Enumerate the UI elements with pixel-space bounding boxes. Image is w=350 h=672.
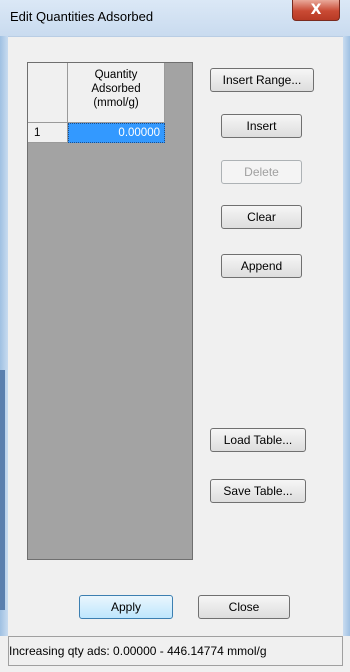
title-bar[interactable]: Edit Quantities Adsorbed X bbox=[0, 0, 350, 37]
window-close-button[interactable]: X bbox=[292, 0, 340, 21]
column-header-line: Adsorbed bbox=[91, 83, 141, 95]
grid-corner-cell[interactable] bbox=[28, 63, 68, 123]
quantity-cell[interactable]: 0.00000 bbox=[68, 123, 165, 143]
column-header-line: (mmol/g) bbox=[93, 97, 139, 109]
column-header-quantity-adsorbed[interactable]: Quantity Adsorbed (mmol/g) bbox=[68, 63, 165, 123]
save-table-button[interactable]: Save Table... bbox=[210, 479, 306, 503]
close-icon: X bbox=[310, 2, 322, 18]
append-button[interactable]: Append bbox=[221, 254, 302, 278]
row-header[interactable]: 1 bbox=[28, 123, 68, 143]
apply-button[interactable]: Apply bbox=[79, 595, 173, 619]
close-button[interactable]: Close bbox=[198, 595, 290, 619]
insert-range-button[interactable]: Insert Range... bbox=[210, 68, 314, 92]
window-title: Edit Quantities Adsorbed bbox=[10, 9, 154, 24]
edit-quantities-dialog: Edit Quantities Adsorbed X Quantity Adso… bbox=[0, 0, 350, 672]
window-left-accent bbox=[0, 370, 5, 610]
insert-button[interactable]: Insert bbox=[221, 114, 302, 138]
window-right-border bbox=[343, 36, 350, 636]
load-table-button[interactable]: Load Table... bbox=[210, 428, 306, 452]
clear-button[interactable]: Clear bbox=[221, 205, 302, 229]
quantities-grid[interactable]: Quantity Adsorbed (mmol/g) 1 0.00000 bbox=[27, 62, 193, 560]
delete-button[interactable]: Delete bbox=[221, 160, 302, 184]
status-bar: Increasing qty ads: 0.00000 - 446.14774 … bbox=[8, 636, 343, 666]
column-header-line: Quantity bbox=[94, 69, 138, 81]
